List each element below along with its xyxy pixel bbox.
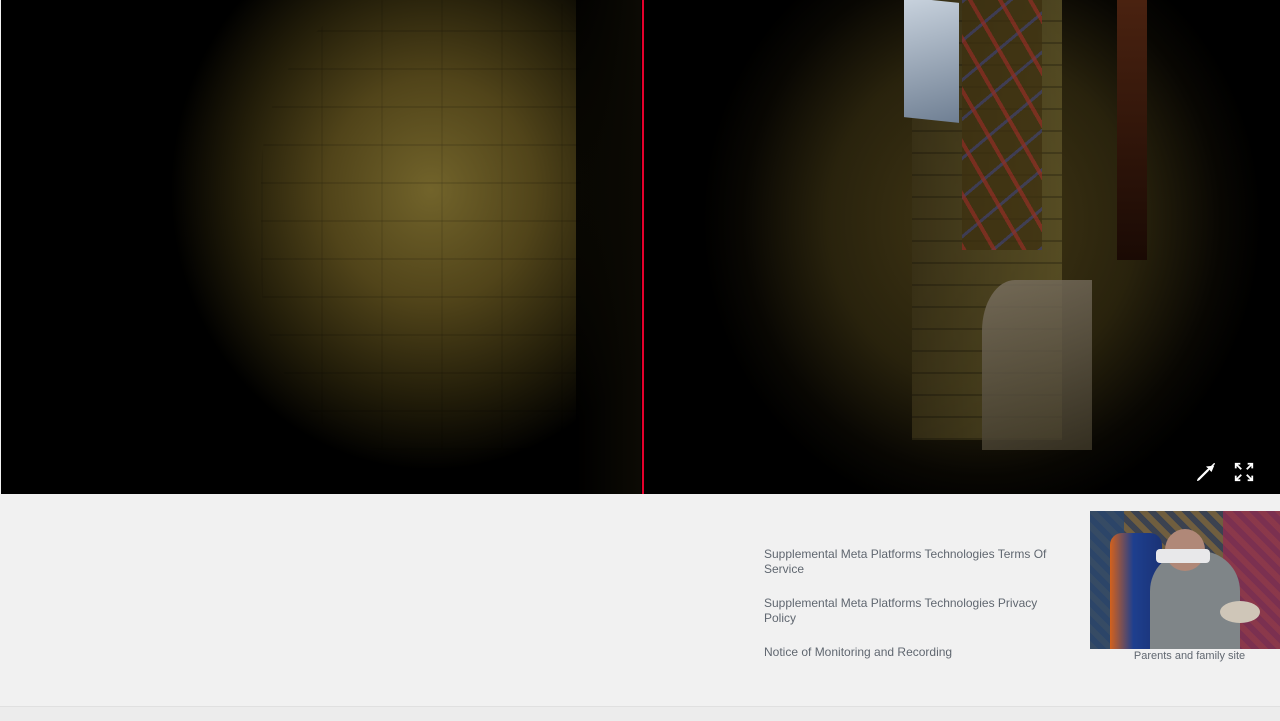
bottom-strip: [0, 706, 1280, 721]
dark-corridor: [576, 0, 641, 494]
webcam-overlay: [1090, 511, 1280, 649]
fullscreen-icon: [1234, 462, 1254, 482]
floor-area: [982, 280, 1092, 450]
eye-divider-line: [642, 0, 644, 494]
doorway: [1117, 0, 1147, 260]
vr-headset: [1156, 549, 1210, 563]
left-eye-view: [1, 0, 641, 494]
stone-wall: [261, 0, 581, 450]
right-eye-view: [642, 0, 1280, 494]
privacy-policy-link[interactable]: Supplemental Meta Platforms Technologies…: [764, 596, 1064, 626]
wall-poster: [904, 0, 959, 123]
cast-off-icon: [1197, 463, 1215, 481]
cat: [1220, 601, 1260, 623]
monitoring-notice-link[interactable]: Notice of Monitoring and Recording: [764, 645, 1064, 660]
stop-casting-button[interactable]: [1192, 458, 1220, 486]
parents-family-site-link[interactable]: Parents and family site: [1090, 650, 1280, 662]
fullscreen-button[interactable]: [1230, 458, 1258, 486]
terms-of-service-link[interactable]: Supplemental Meta Platforms Technologies…: [764, 547, 1064, 577]
vr-casting-view: [1, 0, 1280, 494]
graffiti-mural: [962, 0, 1042, 250]
footer-links: Supplemental Meta Platforms Technologies…: [764, 547, 1064, 679]
